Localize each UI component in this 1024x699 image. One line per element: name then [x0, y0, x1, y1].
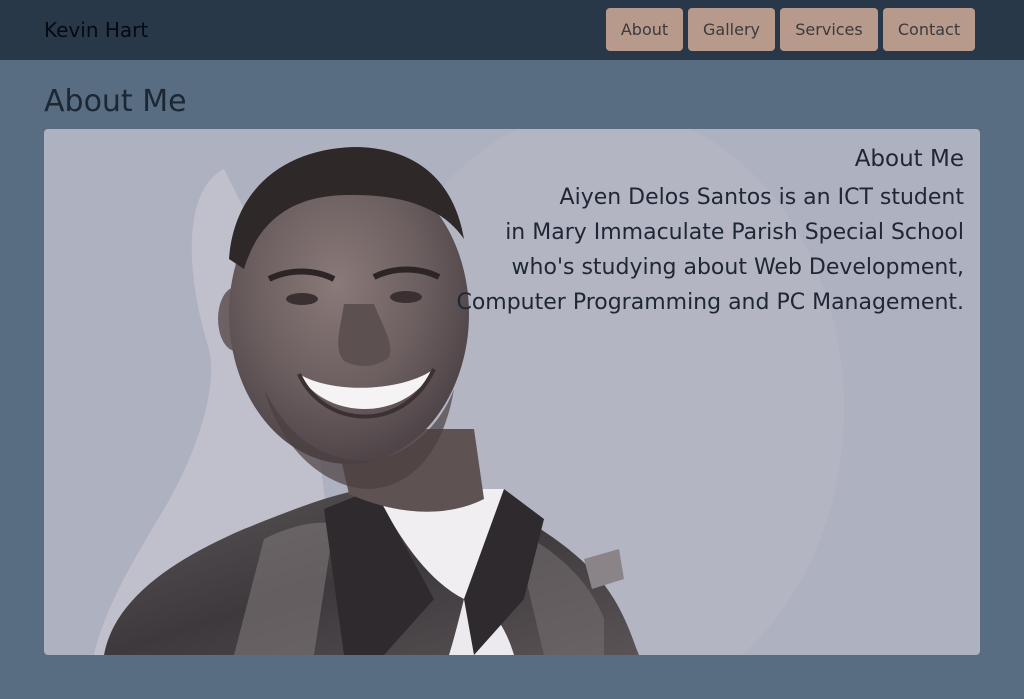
brand-name[interactable]: Kevin Hart	[44, 17, 148, 43]
card-description: Aiyen Delos Santos is an ICT student in …	[364, 180, 964, 320]
page-title: About Me	[44, 84, 187, 119]
nav-contact-button[interactable]: Contact	[883, 8, 975, 51]
description-line: in Mary Immaculate Parish Special School	[505, 220, 964, 245]
description-line: who's studying about Web Development,	[511, 255, 964, 280]
description-line: Computer Programming and PC Management.	[456, 290, 964, 315]
card-heading: About Me	[854, 146, 964, 172]
nav-gallery-button[interactable]: Gallery	[688, 8, 775, 51]
about-card: About Me Aiyen Delos Santos is an ICT st…	[44, 129, 980, 655]
navbar: Kevin Hart About Gallery Services Contac…	[0, 0, 1024, 60]
nav-about-button[interactable]: About	[606, 8, 683, 51]
description-line: Aiyen Delos Santos is an ICT student	[559, 185, 964, 210]
nav-services-button[interactable]: Services	[780, 8, 878, 51]
